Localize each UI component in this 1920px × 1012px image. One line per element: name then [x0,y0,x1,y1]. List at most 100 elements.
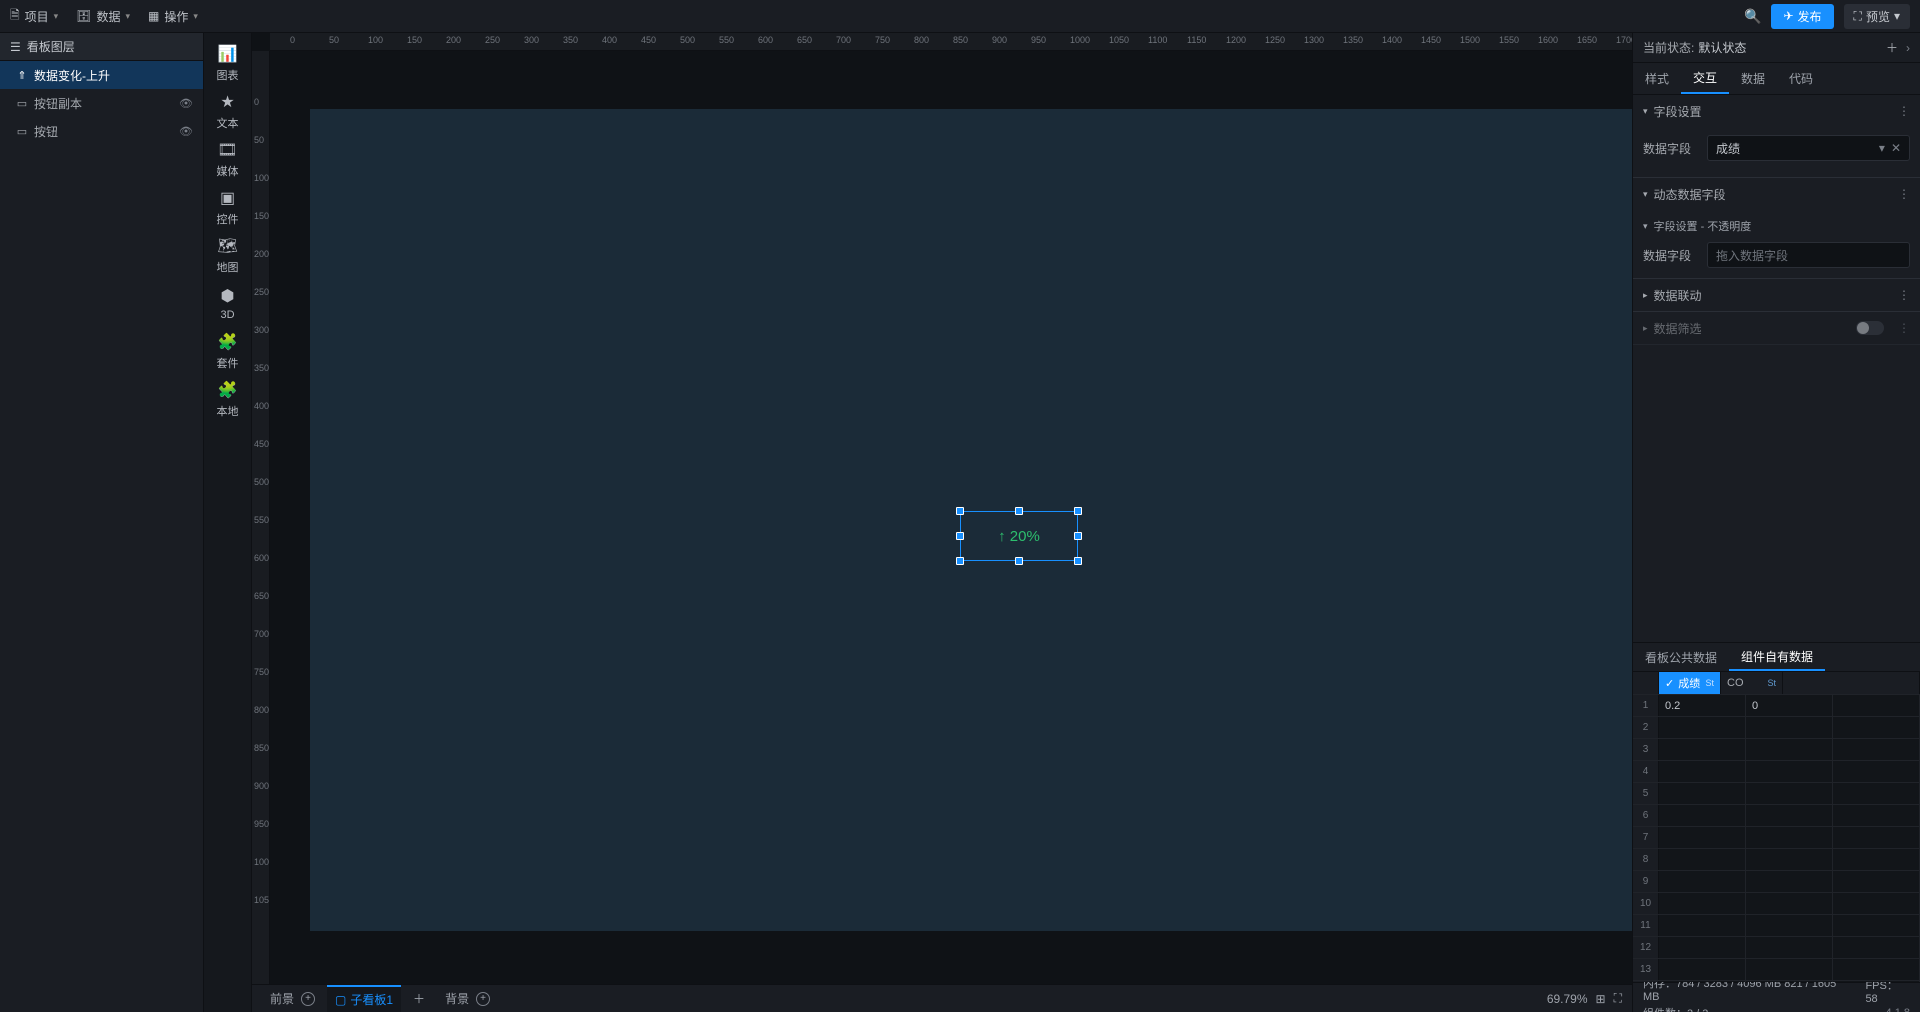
grid-row[interactable]: 14 [1633,980,1920,982]
grid-column-header[interactable]: COSt [1721,672,1783,694]
opacity-field-drop[interactable]: 拖入数据字段 [1707,242,1910,268]
eye-icon[interactable]: 👁 [179,97,193,110]
data-tab[interactable]: 组件自有数据 [1729,643,1825,671]
section-link-header[interactable]: ▸ 数据联动 ⋮ [1633,279,1920,311]
component-category[interactable]: ▣控件 [204,183,251,231]
grid-cell[interactable] [1833,717,1920,738]
grid-cell[interactable] [1746,871,1833,892]
data-tab[interactable]: 看板公共数据 [1633,643,1729,671]
grid-row[interactable]: 2 [1633,716,1920,738]
layer-row[interactable]: ▭按钮副本👁 [0,89,203,117]
resize-handle-tm[interactable] [1015,507,1023,515]
close-icon[interactable]: ✕ [1891,141,1901,155]
more-icon[interactable]: ⋮ [1898,187,1910,201]
grid-cell[interactable] [1659,827,1746,848]
grid-cell[interactable] [1746,937,1833,958]
grid-cell[interactable] [1746,805,1833,826]
publish-button[interactable]: ✈ 发布 [1771,4,1833,29]
eye-icon[interactable]: 👁 [179,125,193,138]
grid-cell[interactable]: 0 [1746,695,1833,716]
grid-cell[interactable] [1746,915,1833,936]
more-icon[interactable]: ⋮ [1898,288,1910,302]
component-category[interactable]: ⬢3D [204,279,251,327]
grid-row[interactable]: 7 [1633,826,1920,848]
menu-ops[interactable]: ▦ 操作 ▾ [148,8,198,25]
grid-cell[interactable] [1659,761,1746,782]
inspector-tab[interactable]: 样式 [1633,63,1681,94]
grid-cell[interactable] [1833,739,1920,760]
grid-cell[interactable] [1659,871,1746,892]
grid-row[interactable]: 12 [1633,936,1920,958]
grid-row[interactable]: 8 [1633,848,1920,870]
canvas-stage[interactable]: ↑ 20% [270,51,1632,984]
grid-row[interactable]: 9 [1633,870,1920,892]
chevron-right-icon[interactable]: › [1906,41,1910,55]
grid-cell[interactable] [1833,827,1920,848]
grid-cell[interactable] [1746,717,1833,738]
tab-foreground[interactable]: 前景 + [262,985,323,1012]
grid-cell[interactable] [1659,849,1746,870]
resize-handle-mr[interactable] [1074,532,1082,540]
grid-cell[interactable] [1746,739,1833,760]
grid-cell[interactable] [1746,981,1833,982]
add-state-icon[interactable]: ＋ [1886,39,1898,56]
resize-handle-ml[interactable] [956,532,964,540]
grid-cell[interactable] [1659,981,1746,982]
grid-cell[interactable] [1659,893,1746,914]
selected-component[interactable]: ↑ 20% [960,511,1078,561]
fullscreen-icon[interactable]: ⛶ [1614,991,1622,1006]
grid-cell[interactable] [1833,915,1920,936]
grid-cell[interactable] [1833,959,1920,980]
layer-row[interactable]: ▭按钮👁 [0,117,203,145]
component-category[interactable]: 🎞媒体 [204,135,251,183]
resize-handle-tr[interactable] [1074,507,1082,515]
data-field-select[interactable]: 成绩 ▾✕ [1707,135,1910,161]
grid-cell[interactable] [1833,695,1920,716]
grid-cell[interactable] [1833,783,1920,804]
grid-cell[interactable] [1659,717,1746,738]
component-category[interactable]: 🧩套件 [204,327,251,375]
component-category[interactable]: 🧩本地 [204,375,251,423]
resize-handle-br[interactable] [1074,557,1082,565]
inspector-tab[interactable]: 数据 [1729,63,1777,94]
more-icon[interactable]: ⋮ [1898,104,1910,118]
menu-project[interactable]: 🗎 项目 ▾ [10,6,58,27]
add-tab-button[interactable]: ＋ [405,985,433,1012]
grid-row[interactable]: 5 [1633,782,1920,804]
grid-row[interactable]: 4 [1633,760,1920,782]
grid-cell[interactable] [1833,981,1920,982]
grid-cell[interactable] [1833,893,1920,914]
section-filter-header[interactable]: ▸ 数据筛选 ⋮ [1633,312,1920,344]
tab-background[interactable]: 背景 + [437,985,498,1012]
filter-toggle[interactable] [1856,321,1884,335]
grid-cell[interactable] [1659,959,1746,980]
grid-cell[interactable] [1833,805,1920,826]
component-category[interactable]: ★文本 [204,87,251,135]
section-field-header[interactable]: ▾ 字段设置 ⋮ [1633,95,1920,127]
add-foreground-icon[interactable]: + [301,992,315,1006]
grid-column-header[interactable]: ✓ 成绩St [1659,672,1721,694]
grid-row[interactable]: 13 [1633,958,1920,980]
grid-row[interactable]: 6 [1633,804,1920,826]
grid-row[interactable]: 10.20 [1633,694,1920,716]
grid-cell[interactable] [1746,959,1833,980]
grid-cell[interactable] [1833,871,1920,892]
menu-data[interactable]: 🗄 数据 ▾ [76,8,130,25]
grid-cell[interactable] [1659,915,1746,936]
component-category[interactable]: 📊图表 [204,39,251,87]
grid-row[interactable]: 10 [1633,892,1920,914]
layer-row[interactable]: ⇑数据变化-上升 [0,61,203,89]
component-category[interactable]: 🗺地图 [204,231,251,279]
grid-cell[interactable] [1833,937,1920,958]
opacity-subsection[interactable]: ▾ 字段设置 - 不透明度 [1643,218,1910,234]
grid-cell[interactable] [1746,827,1833,848]
inspector-tab[interactable]: 代码 [1777,63,1825,94]
add-background-icon[interactable]: + [476,992,490,1006]
grid-cell[interactable] [1659,937,1746,958]
grid-cell[interactable] [1833,761,1920,782]
data-grid[interactable]: ✓ 成绩StCOSt 10.20234567891011121314 [1633,672,1920,982]
preview-button[interactable]: ⛶ 预览 ▾ [1844,4,1910,29]
tab-subboard[interactable]: ▢ 子看板1 [327,985,401,1012]
grid-cell[interactable] [1659,805,1746,826]
resize-handle-tl[interactable] [956,507,964,515]
